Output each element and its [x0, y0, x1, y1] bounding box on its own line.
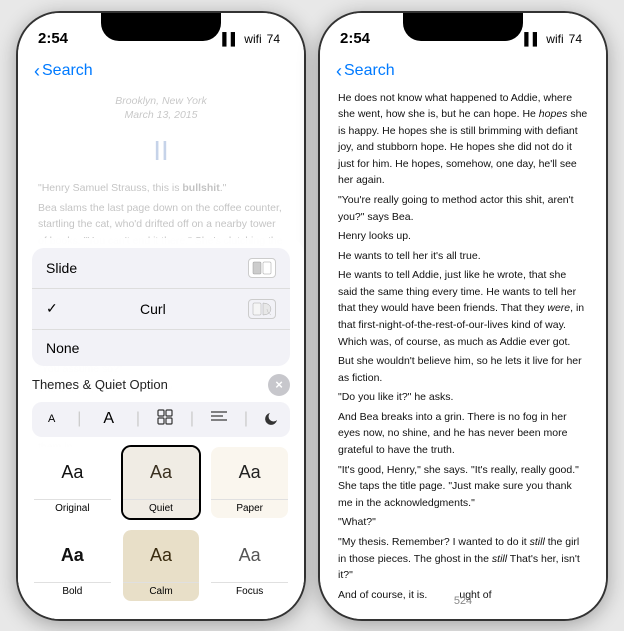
- status-time-right: 2:54: [340, 30, 370, 47]
- chapter-location: Brooklyn, New YorkMarch 13, 2015: [38, 94, 284, 123]
- format-icon[interactable]: [156, 408, 174, 431]
- typo-separator-3: |: [190, 410, 194, 428]
- page-number: 524: [454, 595, 472, 607]
- theme-original-label: Original: [34, 499, 111, 518]
- theme-calm-label: Calm: [123, 582, 200, 601]
- close-button[interactable]: ×: [268, 374, 290, 396]
- theme-quiet[interactable]: Aa Quiet: [121, 445, 202, 520]
- back-button-left[interactable]: ‹ Search: [34, 61, 93, 82]
- theme-bold-preview: Aa: [34, 530, 111, 582]
- checkmark-icon: ✓: [46, 300, 58, 317]
- wifi-icon: wifi: [244, 32, 261, 46]
- back-button-right[interactable]: ‹ Search: [336, 61, 395, 82]
- chapter-numeral: II: [38, 129, 284, 172]
- typo-separator-4: |: [244, 410, 248, 428]
- book-text-right: He does not know what happened to Addie,…: [338, 90, 588, 604]
- notch: [101, 13, 221, 41]
- theme-calm[interactable]: Aa Calm: [121, 528, 202, 603]
- wifi-icon-right: wifi: [546, 32, 563, 46]
- theme-quiet-label: Quiet: [123, 499, 200, 518]
- battery-icon-right: 74: [569, 32, 582, 46]
- theme-paper[interactable]: Aa Paper: [209, 445, 290, 520]
- nav-bar-left: ‹ Search: [18, 57, 304, 86]
- battery-icon: 74: [267, 32, 280, 46]
- status-time-left: 2:54: [38, 30, 68, 47]
- close-icon: ×: [275, 377, 283, 392]
- back-arrow-icon-right: ‹: [336, 61, 342, 82]
- none-label: None: [46, 340, 79, 356]
- theme-calm-preview: Aa: [123, 530, 200, 582]
- themes-header: Themes & Quiet Option ×: [32, 374, 290, 396]
- signal-icon-right: ▌▌: [524, 32, 541, 46]
- curl-icon: [248, 299, 276, 319]
- none-option[interactable]: None: [32, 330, 290, 366]
- scroll-options: Slide ✓ Curl: [32, 248, 290, 366]
- theme-paper-label: Paper: [211, 499, 288, 518]
- typography-toolbar: A | A | |: [32, 402, 290, 437]
- slide-icon: [248, 258, 276, 278]
- nav-bar-right: ‹ Search: [320, 57, 606, 86]
- theme-focus-preview: Aa: [211, 530, 288, 582]
- theme-focus[interactable]: Aa Focus: [209, 528, 290, 603]
- themes-label: Themes & Quiet Option: [32, 377, 168, 392]
- slide-label: Slide: [46, 260, 77, 276]
- book-content-right: He does not know what happened to Addie,…: [320, 86, 606, 604]
- theme-original-preview: Aa: [34, 447, 111, 499]
- typo-separator-2: |: [136, 410, 140, 428]
- curl-label: Curl: [140, 301, 166, 317]
- theme-focus-label: Focus: [211, 582, 288, 601]
- typo-separator-1: |: [77, 410, 81, 428]
- back-label-left: Search: [42, 62, 93, 80]
- notch-right: [403, 13, 523, 41]
- theme-quiet-preview: Aa: [123, 447, 200, 499]
- small-a-button[interactable]: A: [42, 411, 61, 427]
- right-phone: 2:54 ▌▌ wifi 74 ‹ Search He does not kno…: [318, 11, 608, 621]
- back-arrow-icon: ‹: [34, 61, 40, 82]
- left-phone: 2:54 ▌▌ wifi 74 ‹ Search Brooklyn, New Y…: [16, 11, 306, 621]
- theme-grid: Aa Original Aa Quiet Aa Paper Aa Bold: [32, 445, 290, 603]
- moon-icon[interactable]: [264, 410, 280, 429]
- theme-bold-label: Bold: [34, 582, 111, 601]
- signal-icon: ▌▌: [222, 32, 239, 46]
- status-icons-right: ▌▌ wifi 74: [524, 32, 582, 46]
- curl-option[interactable]: ✓ Curl: [32, 289, 290, 330]
- large-a-button[interactable]: A: [97, 408, 120, 430]
- back-label-right: Search: [344, 62, 395, 80]
- status-icons-left: ▌▌ wifi 74: [222, 32, 280, 46]
- panel-overlay: Slide ✓ Curl: [18, 238, 304, 619]
- theme-bold[interactable]: Aa Bold: [32, 528, 113, 603]
- theme-paper-preview: Aa: [211, 447, 288, 499]
- theme-original[interactable]: Aa Original: [32, 445, 113, 520]
- align-icon[interactable]: [210, 410, 228, 429]
- slide-option[interactable]: Slide: [32, 248, 290, 289]
